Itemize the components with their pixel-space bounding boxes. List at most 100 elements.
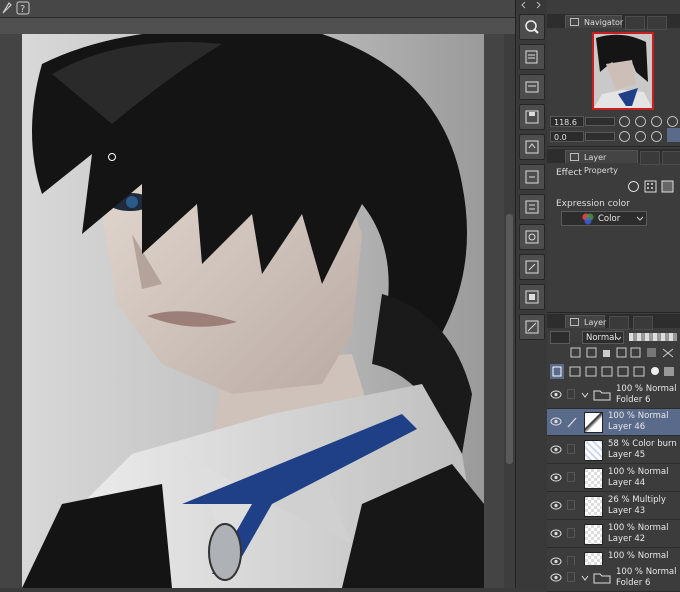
canvas-vertical-scrollbar[interactable] [504,34,515,588]
layer-blend-info: 100 % Normal [608,467,669,477]
tab-color-wheel[interactable] [640,151,660,165]
layer-tab-bar: Layer [547,314,680,330]
visibility-eye-icon[interactable] [550,473,562,482]
lock-toggle[interactable] [567,572,575,582]
zoom-out-icon[interactable] [619,116,630,127]
search-icon[interactable] [519,14,545,40]
tab-color-set[interactable] [662,151,680,165]
save-icon[interactable] [519,104,545,130]
layer-row[interactable]: 58 % Color burn Layer 45 [547,437,680,464]
folder-icon [593,573,611,584]
svg-text:?: ? [20,4,25,15]
layer-icon [570,318,579,326]
layer-row[interactable]: 26 % Multiply Layer 43 [547,493,680,520]
copy-icon[interactable] [519,224,545,250]
expression-color-dropdown[interactable]: Color [561,211,647,226]
lock-toggle[interactable] [567,472,575,482]
rotate-right-icon[interactable] [635,131,646,142]
rotate-left-icon[interactable] [619,131,630,142]
edit-pen-icon [567,417,577,428]
lock-toggle[interactable] [567,444,575,454]
layer-blend-info: 26 % Multiply [608,495,666,505]
chevron-down-icon[interactable] [581,391,589,399]
tab-item-bank[interactable] [647,16,667,30]
layer-thumbnail [584,524,603,545]
effect-tone-icon[interactable] [644,180,657,193]
layer-name: Layer 42 [608,534,646,544]
panel-collapse-icon[interactable] [519,0,543,10]
layer-thumbnail [584,440,603,461]
layer-name: Layer 45 [608,450,646,460]
rotation-field[interactable]: 0.0 [550,131,584,142]
layer-thumbnail [584,468,603,489]
top-toolbar: ? [0,0,515,18]
layer-toolbar-row2 [550,364,680,380]
visibility-eye-icon[interactable] [550,445,562,454]
layer-name: Folder 6 [616,578,651,588]
expression-color-value: Color [598,214,621,224]
tool-icon[interactable] [1,1,13,15]
scrollbar-thumb[interactable] [506,214,513,464]
zoom-in-icon[interactable] [635,116,646,127]
layer-blend-info: 100 % Normal [616,567,677,577]
redo-icon[interactable] [519,194,545,220]
fit-icon[interactable] [651,116,662,127]
flip-horizontal-icon[interactable] [667,128,680,142]
navigator-preview[interactable] [592,32,654,110]
tab-subview[interactable] [625,16,645,30]
help-icon[interactable]: ? [16,1,30,15]
opacity-slider[interactable] [629,333,677,341]
reset-rotation-icon[interactable] [651,131,662,142]
folder-icon [593,390,611,401]
tab-history[interactable] [609,316,629,330]
visibility-eye-icon[interactable] [550,573,562,582]
effect-label: Effect [556,168,582,178]
zoom-field[interactable]: 118.6 [550,116,584,127]
canvas-tab-strip [0,18,515,34]
layer-toggle-icon[interactable] [550,331,570,344]
tab-layer[interactable]: Layer [565,315,606,328]
lock-toggle[interactable] [567,389,575,399]
chevron-down-icon [615,336,622,341]
undo-icon[interactable] [519,164,545,190]
rotation-slider[interactable] [585,132,615,141]
visibility-eye-icon[interactable] [550,417,562,426]
tab-navigator[interactable]: Navigator [565,15,623,28]
command-bar [515,0,548,588]
visibility-eye-icon[interactable] [550,529,562,538]
layer-blend-info: 100 % Normal [616,384,677,394]
fill-icon[interactable] [519,284,545,310]
layer-list[interactable]: 100 % Normal Folder 6 100 % Normal Layer 46… [547,382,680,592]
chevron-down-icon[interactable] [581,574,589,582]
zoom-slider[interactable] [585,117,615,126]
visibility-eye-icon[interactable] [550,501,562,510]
blend-mode-dropdown[interactable]: Normal [582,331,624,344]
expression-color-label: Expression color [556,199,630,209]
layer-name: Layer 43 [608,506,646,516]
transform-icon[interactable] [519,314,545,340]
artwork-canvas[interactable] [22,34,484,588]
layer-name: Folder 6 [616,395,651,405]
tab-auto-action[interactable] [633,316,653,330]
actual-size-icon[interactable] [667,116,678,127]
layer-toolbar-row1 [569,347,677,359]
navigator-tab-bar: Navigator [547,14,680,30]
effect-border-icon[interactable] [627,180,640,193]
visibility-eye-icon[interactable] [550,390,562,399]
layer-row[interactable]: 100 % Normal Layer 44 [547,465,680,492]
lock-toggle[interactable] [567,500,575,510]
layer-thumbnail [584,412,603,433]
lock-toggle[interactable] [567,528,575,538]
layer-thumbnail [584,496,603,517]
paste-icon[interactable] [519,254,545,280]
tab-layer-property[interactable]: Layer Property [565,150,638,175]
layer-row[interactable]: 100 % Normal Layer 42 [547,521,680,548]
layer-row[interactable]: 100 % Normal Layer 46 [547,409,680,436]
effect-layer-color-icon[interactable] [661,180,674,193]
layer-folder-row[interactable]: 100 % Normal Folder 6 [547,382,680,409]
export-icon[interactable] [519,134,545,160]
layer-blend-info: 100 % Normal [608,411,669,421]
new-file-icon[interactable] [519,44,545,70]
open-file-icon[interactable] [519,74,545,100]
chevron-down-icon [636,216,644,221]
